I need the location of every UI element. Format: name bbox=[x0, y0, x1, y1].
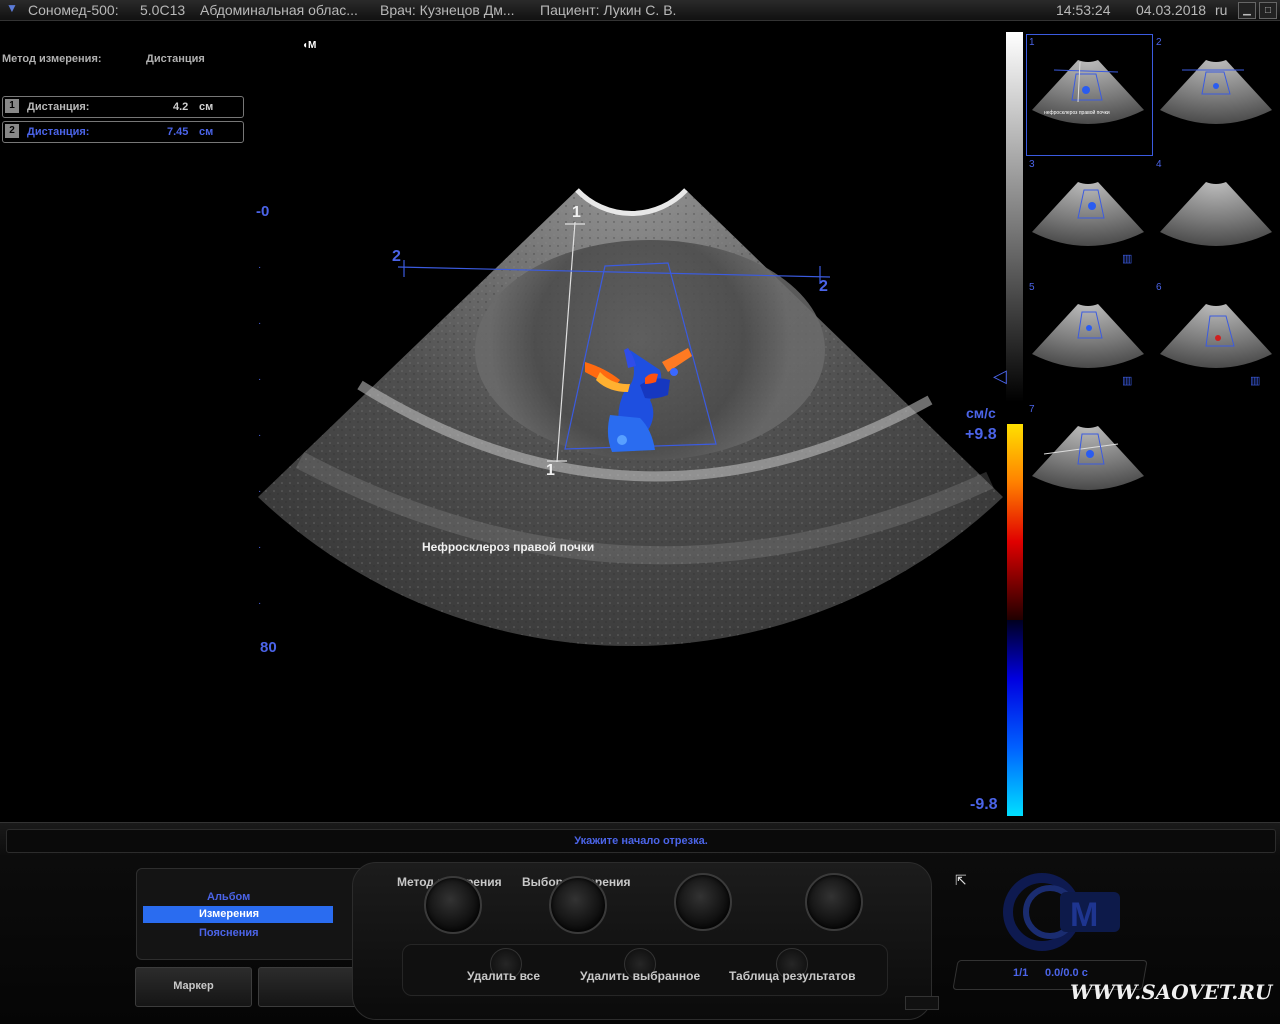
thumbnail-caption: нефросклероз правой почки bbox=[1044, 109, 1110, 116]
date: 04.03.2018 bbox=[1136, 2, 1207, 18]
collapse-arrow-icon[interactable]: ◁ bbox=[993, 366, 1007, 387]
thumbnail-number: 6 bbox=[1156, 282, 1162, 293]
grayscale-bar bbox=[1006, 32, 1023, 402]
svg-text:M: M bbox=[1070, 896, 1098, 934]
knob-3[interactable] bbox=[674, 873, 732, 931]
cine-time: 0.0/0.0 с bbox=[1045, 967, 1088, 979]
thumbnail-number: 7 bbox=[1029, 404, 1035, 415]
thumbnail-number: 3 bbox=[1029, 159, 1035, 170]
marker-button-label: Маркер bbox=[173, 980, 214, 992]
clock: 14:53:24 bbox=[1056, 2, 1111, 18]
status-message: Укажите начало отрезка. bbox=[574, 835, 708, 847]
image-annotation[interactable]: Нефросклероз правой почки bbox=[422, 540, 594, 554]
velocity-min: -9.8 bbox=[970, 796, 998, 813]
thumbnail-strip[interactable]: нефросклероз правой почки ▥ ▥ ▥ bbox=[1026, 34, 1280, 504]
velocity-max: +9.8 bbox=[965, 426, 997, 443]
velocity-unit: см/с bbox=[966, 405, 996, 421]
caliper-2-end-label: 2 bbox=[819, 278, 828, 295]
maximize-button[interactable]: □ bbox=[1259, 2, 1277, 19]
caliper-1-end-label: 1 bbox=[546, 462, 555, 479]
language[interactable]: ru bbox=[1215, 2, 1227, 18]
choice-knob[interactable] bbox=[549, 876, 607, 934]
menu-item-label: Измерения bbox=[199, 908, 260, 920]
caliper-2-start-label: 2 bbox=[392, 248, 401, 265]
menu-item-measurements[interactable]: Измерения bbox=[143, 906, 333, 923]
status-bar: Укажите начало отрезка. bbox=[6, 829, 1276, 853]
knob-4[interactable] bbox=[805, 873, 863, 931]
pin-icon[interactable]: ⇱ bbox=[955, 872, 967, 889]
watermark: WWW.SAOVET.RU bbox=[1070, 980, 1273, 1004]
color-scale-negative bbox=[1007, 620, 1023, 816]
delete-all-button[interactable]: Удалить все bbox=[467, 969, 540, 983]
thumbnail-number: 4 bbox=[1156, 159, 1162, 170]
thumbnail-number: 5 bbox=[1029, 282, 1035, 293]
svg-text:▥: ▥ bbox=[1122, 253, 1132, 265]
thumbnail-number: 2 bbox=[1156, 37, 1162, 48]
menu-item-album[interactable]: Альбом bbox=[207, 891, 250, 903]
sonomed-logo: M bbox=[990, 862, 1150, 962]
caliper-1-start-label: 1 bbox=[572, 204, 581, 221]
results-table-button[interactable]: Таблица результатов bbox=[729, 969, 855, 983]
method-knob[interactable] bbox=[424, 876, 482, 934]
cine-frame: 1/1 bbox=[1013, 967, 1029, 979]
color-scale-positive bbox=[1007, 424, 1023, 620]
thumbnail-number: 1 bbox=[1029, 37, 1035, 48]
ultrasound-image[interactable] bbox=[0, 0, 1010, 680]
minimize-button[interactable]: ▁ bbox=[1238, 2, 1256, 19]
small-toggle[interactable] bbox=[905, 996, 939, 1010]
marker-button[interactable]: Маркер bbox=[135, 967, 252, 1007]
delete-selected-button[interactable]: Удалить выбранное bbox=[580, 969, 700, 983]
menu-item-notes[interactable]: Пояснения bbox=[199, 927, 259, 939]
mode-menu: Альбом Измерения Пояснения bbox=[136, 868, 368, 960]
svg-text:▥: ▥ bbox=[1122, 375, 1132, 387]
svg-text:▥: ▥ bbox=[1250, 375, 1260, 387]
